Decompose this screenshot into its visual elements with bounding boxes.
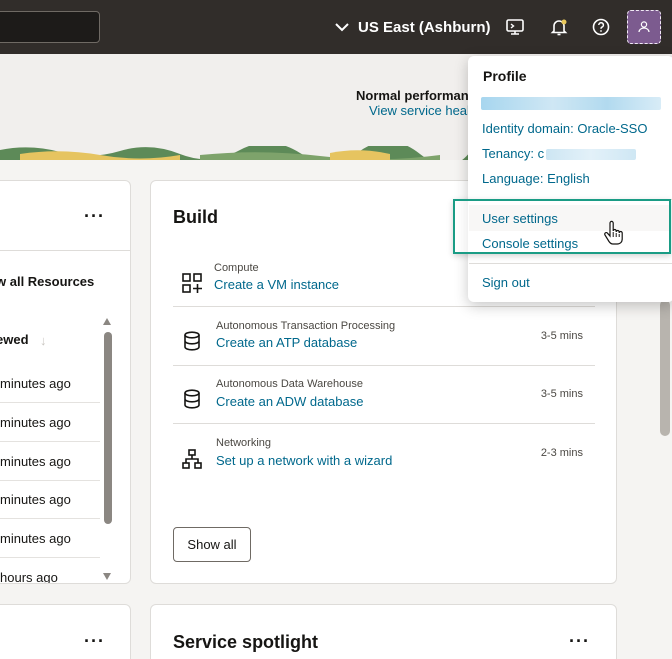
- tenancy-link[interactable]: Tenancy: c: [482, 146, 637, 161]
- recent-resource-row[interactable]: minutes ago: [0, 454, 100, 469]
- network-icon: [182, 449, 202, 469]
- chevron-down-icon: [335, 23, 349, 32]
- task-duration: 3-5 mins: [540, 330, 583, 342]
- tenancy-label: Tenancy: c: [482, 146, 545, 161]
- notification-bell-icon[interactable]: [547, 15, 571, 39]
- banner-illustration: [0, 146, 470, 160]
- divider: [173, 306, 595, 307]
- redacted-user-email: [481, 97, 661, 110]
- task-category: Autonomous Transaction Processing: [216, 320, 396, 332]
- cloud-shell-icon[interactable]: [503, 15, 527, 39]
- service-spotlight-title: Service spotlight: [173, 632, 319, 652]
- create-vm-link[interactable]: Create a VM instance: [214, 277, 339, 292]
- divider: [0, 250, 131, 251]
- row-divider: [0, 557, 100, 558]
- task-duration: 3-5 mins: [540, 388, 583, 400]
- language-link[interactable]: Language: English: [482, 171, 590, 186]
- recent-resource-row[interactable]: minutes ago: [0, 376, 100, 391]
- divider: [469, 263, 672, 264]
- recent-resource-row[interactable]: hours ago: [0, 570, 100, 583]
- page-scrollbar-thumb[interactable]: [660, 300, 670, 436]
- build-title: Build: [173, 207, 218, 227]
- task-category: Networking: [216, 437, 272, 449]
- compute-add-icon: [182, 273, 202, 293]
- console-settings-link[interactable]: Console settings: [482, 236, 578, 251]
- create-atp-link[interactable]: Create an ATP database: [216, 335, 357, 350]
- sort-arrow-icon[interactable]: ↓: [40, 333, 47, 348]
- region-label: US East (Ashburn): [358, 18, 491, 36]
- profile-title: Profile: [483, 68, 527, 84]
- resources-card-menu-icon[interactable]: ···: [84, 207, 105, 225]
- identity-domain-link[interactable]: Identity domain: Oracle-SSO: [482, 121, 647, 136]
- database-icon: [184, 389, 200, 409]
- row-divider: [0, 402, 100, 403]
- row-divider: [0, 518, 100, 519]
- recent-resource-row[interactable]: minutes ago: [0, 531, 100, 546]
- task-category: Autonomous Data Warehouse: [216, 378, 363, 390]
- resources-scrollbar-thumb[interactable]: [104, 332, 112, 524]
- create-adw-link[interactable]: Create an ADW database: [216, 394, 363, 409]
- network-wizard-link[interactable]: Set up a network with a wizard: [216, 453, 392, 468]
- show-all-button[interactable]: Show all: [173, 527, 251, 562]
- redacted-tenancy-name: [546, 149, 637, 161]
- task-duration: 2-3 mins: [540, 447, 583, 459]
- scroll-down-arrow-icon[interactable]: [103, 573, 111, 580]
- service-status-title: Normal performanc: [356, 88, 476, 103]
- task-category: Compute: [214, 262, 259, 274]
- recent-resource-row[interactable]: minutes ago: [0, 415, 100, 430]
- divider: [173, 365, 595, 366]
- divider: [173, 423, 595, 424]
- card-menu-icon[interactable]: ···: [84, 632, 105, 650]
- spotlight-menu-icon[interactable]: ···: [569, 632, 590, 650]
- user-avatar-icon: [638, 21, 650, 33]
- user-settings-link[interactable]: User settings: [482, 211, 558, 226]
- service-health-link[interactable]: View service healt: [369, 103, 474, 118]
- user-avatar-button[interactable]: [627, 10, 661, 44]
- region-selector[interactable]: US East (Ashburn): [332, 16, 491, 38]
- left-bottom-card: [0, 604, 131, 659]
- row-divider: [0, 480, 100, 481]
- help-icon[interactable]: [589, 15, 613, 39]
- hand-pointer-cursor-icon: [604, 220, 623, 245]
- build-task-networking: Networking Set up a network with a wizar…: [173, 433, 595, 491]
- search-input[interactable]: [0, 11, 100, 43]
- view-all-resources-link[interactable]: w all Resources: [0, 274, 94, 289]
- database-icon: [184, 331, 200, 351]
- recent-resource-row[interactable]: minutes ago: [0, 492, 100, 507]
- top-navigation-bar: US East (Ashburn): [0, 0, 672, 54]
- scroll-up-arrow-icon[interactable]: [103, 318, 111, 325]
- sign-out-link[interactable]: Sign out: [482, 275, 530, 290]
- row-divider: [0, 441, 100, 442]
- last-viewed-column-header[interactable]: ewed: [0, 332, 29, 347]
